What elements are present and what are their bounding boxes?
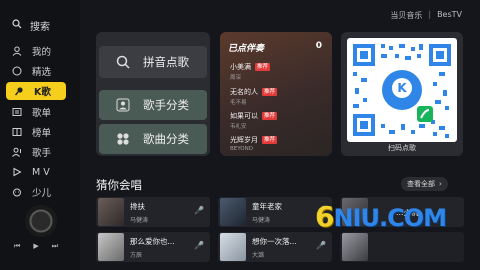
song-cover: [342, 233, 368, 261]
recommend-badge: 推荐: [255, 63, 271, 71]
search-label: 搜索: [30, 22, 50, 33]
song-title: 小美满: [230, 63, 251, 71]
sidebar-item-featured[interactable]: 精选: [12, 62, 72, 80]
sidebar-item-singers[interactable]: 歌手: [12, 143, 72, 161]
svg-text:K: K: [397, 81, 407, 95]
song-cover: [220, 233, 246, 261]
ordered-songs-count: 0: [315, 41, 322, 51]
singer-icon: [12, 147, 22, 157]
ordered-song-item: 无名的人 推荐 毛不易: [230, 87, 278, 106]
category-grid-icon: [115, 131, 131, 147]
recommend-badge: 推荐: [262, 88, 278, 96]
pinyin-search-label: 拼音点歌: [143, 55, 189, 69]
qr-label: 扫码点歌: [388, 144, 416, 152]
song-title: 童年老家: [252, 201, 282, 211]
player-controls: ⏮ ▶ ⏭: [14, 242, 58, 251]
qr-code-card[interactable]: K 扫码点歌: [341, 32, 463, 156]
song-title: 无名的人: [230, 88, 258, 96]
song-artist: 马健涛: [252, 216, 271, 224]
qr-code: K: [347, 38, 457, 142]
watermark-logo: 6NIU.COM: [315, 200, 447, 233]
song-category-button[interactable]: 歌曲分类: [99, 124, 207, 154]
singer-category-button[interactable]: 歌手分类: [99, 90, 207, 120]
playlist-icon: [12, 107, 22, 117]
sidebar-item-kids[interactable]: 少儿: [12, 183, 72, 201]
song-category-label: 歌曲分类: [143, 132, 189, 146]
sidebar-search[interactable]: 搜索: [12, 18, 50, 33]
partner-logo-text: BesTV: [437, 10, 462, 19]
brand-logo-text: 当贝音乐: [390, 11, 423, 20]
sidebar-item-label: 我的: [32, 47, 52, 58]
search-icon: [115, 54, 131, 70]
sidebar-item-mine[interactable]: 我的: [12, 42, 72, 60]
song-title: 那么爱你也...: [130, 236, 175, 246]
ordered-songs-title: 已点伴奏: [228, 44, 265, 54]
recommend-badge: 推荐: [262, 136, 278, 144]
mic-icon: [14, 86, 24, 96]
mic-icon[interactable]: 🎤: [194, 206, 204, 215]
view-all-button[interactable]: 查看全部 ›: [401, 177, 448, 191]
song-cover: [98, 198, 124, 226]
view-all-label: 查看全部: [407, 180, 435, 188]
song-cover: [98, 233, 124, 261]
ordered-song-item: 光辉岁月 推荐 BEYOND: [230, 135, 278, 152]
ordered-songs-card[interactable]: 已点伴奏 0 小美满 推荐 周深 无名的人 推荐 毛不易 如果可以 推荐 韦礼安 光辉…: [220, 32, 332, 156]
play-icon[interactable]: ▶: [33, 242, 38, 251]
sidebar-item-mv[interactable]: M V: [12, 163, 72, 181]
ordered-song-item: 小美满 推荐 周深: [230, 62, 271, 81]
song-card[interactable]: 那么爱你也... 方辰 🎤: [96, 232, 210, 262]
song-artist: 大潞: [252, 251, 265, 259]
kids-icon: [12, 187, 22, 197]
mic-icon[interactable]: 🎤: [316, 241, 326, 250]
song-card[interactable]: [340, 232, 464, 262]
sidebar-item-label: 精选: [32, 67, 52, 78]
song-artist: 方辰: [130, 251, 143, 259]
song-artist: BEYOND: [230, 146, 253, 152]
sidebar-item-playlist[interactable]: 歌单: [12, 103, 72, 121]
chart-icon: [12, 127, 22, 137]
sidebar-item-label: 歌单: [32, 108, 52, 119]
album-disc-knob[interactable]: [25, 205, 57, 237]
chevron-right-icon: ›: [439, 180, 442, 188]
singer-category-label: 歌手分类: [143, 98, 189, 112]
next-icon[interactable]: ⏭: [52, 242, 58, 251]
song-artist: 毛不易: [230, 100, 247, 106]
song-card[interactable]: 想你一次落... 大潞 🎤: [218, 232, 332, 262]
song-card[interactable]: 搀扶 马健涛 🎤: [96, 197, 210, 227]
previous-icon[interactable]: ⏮: [14, 242, 20, 251]
sidebar-item-label: K歌: [34, 87, 51, 98]
circle-icon: [12, 66, 22, 76]
mv-icon: [12, 167, 22, 177]
song-title: 搀扶: [130, 201, 145, 211]
sidebar-item-karaoke[interactable]: K歌: [6, 82, 66, 100]
search-icon: [12, 19, 22, 32]
sidebar-item-label: 少儿: [32, 188, 52, 199]
song-title: 想你一次落...: [252, 236, 297, 246]
sidebar-item-label: 榜单: [32, 128, 52, 139]
sidebar: 搜索 我的 精选 K歌 歌单 榜单 歌手 M V 少儿 ⏮ ▶ ⏭: [0, 0, 80, 270]
song-artist: 周深: [230, 75, 242, 81]
sidebar-item-label: M V: [32, 166, 50, 178]
sidebar-item-label: 歌手: [32, 148, 52, 159]
song-cover: [220, 198, 246, 226]
song-title: 如果可以: [230, 112, 258, 120]
recommend-badge: 推荐: [262, 112, 278, 120]
song-artist: 马健涛: [130, 216, 149, 224]
pinyin-search-button[interactable]: 拼音点歌: [99, 46, 207, 78]
mic-icon[interactable]: 🎤: [194, 241, 204, 250]
song-title: 光辉岁月: [230, 136, 258, 144]
brand-header: 当贝音乐 | BesTV: [390, 10, 462, 20]
singer-icon: [115, 97, 131, 113]
song-artist: 韦礼安: [230, 124, 247, 130]
section-title: 猜你会唱: [96, 178, 142, 192]
ordered-song-item: 如果可以 推荐 韦礼安: [230, 111, 278, 130]
user-icon: [12, 46, 22, 56]
song-search-card: 拼音点歌 歌手分类 歌曲分类: [96, 32, 210, 156]
sidebar-item-charts[interactable]: 榜单: [12, 123, 72, 141]
